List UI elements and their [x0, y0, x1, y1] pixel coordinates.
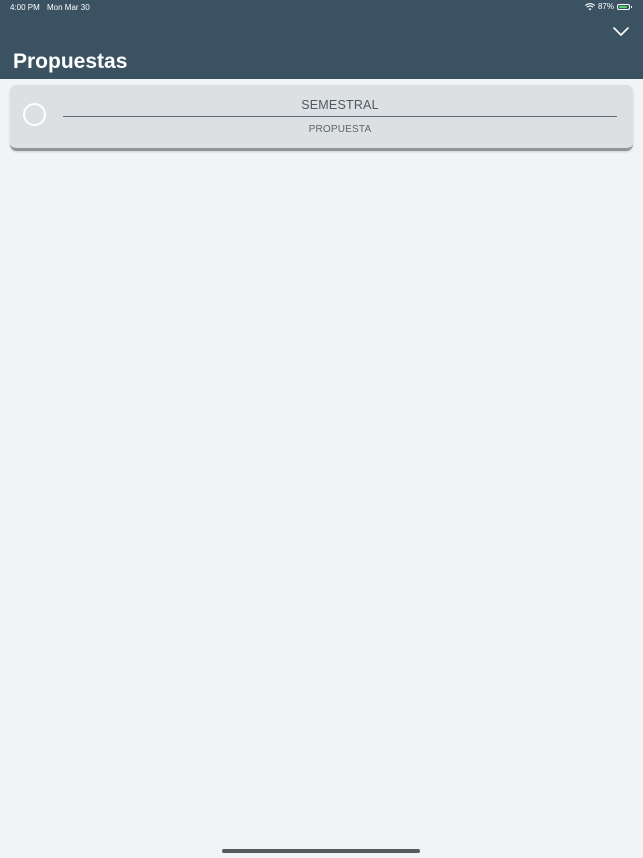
battery-percent: 87%	[597, 2, 614, 11]
battery-icon	[617, 3, 632, 10]
app-header: 4:00 PM Mon Mar 30 87% Propuestas	[0, 0, 643, 79]
status-indicators: 87%	[584, 2, 632, 11]
home-indicator[interactable]	[222, 849, 420, 853]
chevron-down-icon[interactable]	[612, 25, 630, 37]
divider	[63, 116, 617, 117]
status-time: 4:00 PM	[10, 3, 40, 12]
page-title: Propuestas	[13, 50, 128, 73]
select-radio[interactable]	[23, 103, 46, 126]
list-item-title: SEMESTRAL	[301, 98, 379, 112]
list-item[interactable]: SEMESTRAL PROPUESTA	[10, 85, 633, 151]
battery-fill	[619, 5, 627, 8]
list-item-subtitle: PROPUESTA	[308, 124, 372, 135]
status-date: Mon Mar 30	[47, 3, 90, 12]
status-bar: 4:00 PM Mon Mar 30 87%	[0, 0, 643, 16]
wifi-icon	[584, 2, 595, 10]
